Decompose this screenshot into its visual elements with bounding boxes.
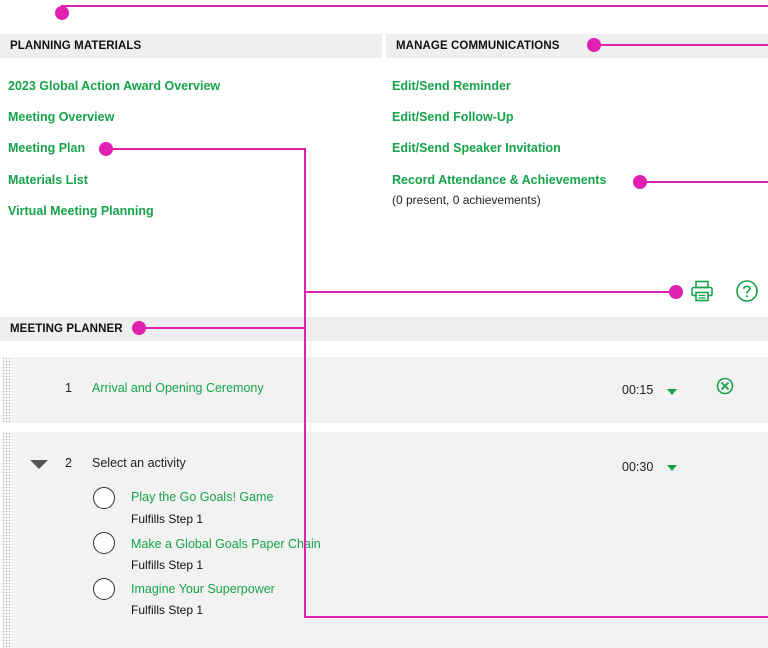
activity-radio-1[interactable]	[93, 487, 115, 509]
link-virtual-meeting-planning[interactable]: Virtual Meeting Planning	[8, 204, 154, 218]
drag-handle-row-2[interactable]	[2, 432, 12, 648]
row-2-duration[interactable]: 00:30	[622, 460, 653, 474]
activity-radio-3[interactable]	[93, 578, 115, 600]
row-2-title: Select an activity	[92, 456, 186, 470]
activity-option-3-link[interactable]: Imagine Your Superpower	[131, 582, 275, 596]
link-edit-send-speaker-invitation[interactable]: Edit/Send Speaker Invitation	[392, 141, 561, 155]
row-1-title-link[interactable]: Arrival and Opening Ceremony	[92, 381, 264, 395]
attendance-summary: (0 present, 0 achievements)	[392, 193, 541, 207]
link-edit-send-follow-up[interactable]: Edit/Send Follow-Up	[392, 110, 514, 124]
remove-circle-icon[interactable]	[716, 377, 734, 395]
link-award-overview[interactable]: 2023 Global Action Award Overview	[8, 79, 220, 93]
activity-option-3-fulfills: Fulfills Step 1	[131, 603, 204, 617]
activity-option-1-link[interactable]: Play the Go Goals! Game	[131, 490, 273, 504]
link-record-attendance[interactable]: Record Attendance & Achievements	[392, 173, 606, 187]
printer-icon[interactable]	[690, 280, 714, 302]
drag-handle-row-1[interactable]	[2, 357, 12, 423]
activity-option-1-fulfills: Fulfills Step 1	[131, 512, 204, 526]
row-1-duration-dropdown-icon[interactable]	[667, 389, 677, 395]
meeting-planner-header: MEETING PLANNER	[0, 317, 768, 341]
manage-communications-header: MANAGE COMMUNICATIONS	[386, 34, 768, 58]
link-edit-send-reminder[interactable]: Edit/Send Reminder	[392, 79, 511, 93]
row-1-duration[interactable]: 00:15	[622, 383, 653, 397]
collapse-triangle-icon[interactable]	[30, 460, 48, 469]
row-2-duration-dropdown-icon[interactable]	[667, 465, 677, 471]
planning-materials-header: PLANNING MATERIALS	[0, 34, 382, 58]
activity-option-2-link[interactable]: Make a Global Goals Paper Chain	[131, 537, 321, 551]
help-icon[interactable]	[735, 279, 759, 303]
row-2-number: 2	[65, 456, 72, 470]
activity-option-2-fulfills: Fulfills Step 1	[131, 558, 204, 572]
row-1-number: 1	[65, 381, 72, 395]
link-meeting-overview[interactable]: Meeting Overview	[8, 110, 114, 124]
link-meeting-plan[interactable]: Meeting Plan	[8, 141, 85, 155]
link-materials-list[interactable]: Materials List	[8, 173, 88, 187]
activity-radio-2[interactable]	[93, 532, 115, 554]
